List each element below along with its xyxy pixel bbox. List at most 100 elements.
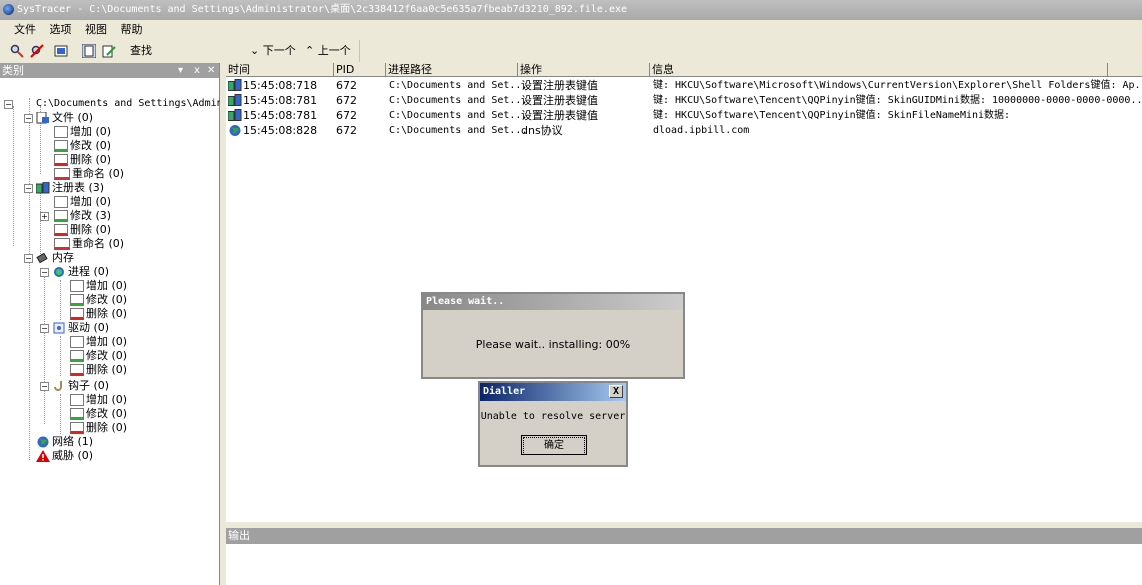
tree-hook[interactable]: 钩子 (0) xyxy=(52,379,109,393)
col-path[interactable]: 进程路径 xyxy=(386,63,518,77)
menu-file[interactable]: 文件 xyxy=(14,23,36,36)
process-collapse-toggle[interactable]: − xyxy=(40,268,49,277)
window-title: SysTracer - C:\Documents and Settings\Ad… xyxy=(17,4,628,15)
tree-reg-ren[interactable]: 重命名 (0) xyxy=(54,237,124,251)
row-path: C:\Documents and Set... xyxy=(389,80,528,91)
next-button[interactable]: ⌄ 下一个 xyxy=(250,43,296,59)
document-modify-icon xyxy=(54,140,68,152)
prev-button[interactable]: ⌃ 上一个 xyxy=(305,43,351,59)
document-rename-icon xyxy=(54,168,70,180)
tree-process[interactable]: 进程 (0) xyxy=(52,265,109,279)
tree-file-ren[interactable]: 重命名 (0) xyxy=(54,167,124,181)
tree-hook-mod[interactable]: 修改 (0) xyxy=(70,407,127,421)
row-pid: 672 xyxy=(336,124,357,137)
row-pid: 672 xyxy=(336,109,357,122)
image-icon[interactable] xyxy=(54,44,68,58)
tree-proc-mod[interactable]: 修改 (0) xyxy=(70,293,127,307)
tree-proc-add[interactable]: 增加 (0) xyxy=(70,279,127,293)
registry-collapse-toggle[interactable]: − xyxy=(24,184,33,193)
root-collapse-toggle[interactable]: − xyxy=(4,100,13,109)
globe-icon xyxy=(37,436,49,448)
menu-view[interactable]: 视图 xyxy=(85,23,107,36)
search-icon[interactable] xyxy=(10,44,24,58)
table-row[interactable]: 15:45:08:828 672 C:\Documents and Set...… xyxy=(226,123,1142,138)
tree-file-mod[interactable]: 修改 (0) xyxy=(54,139,111,153)
document-modify-icon xyxy=(70,294,84,306)
close-icon[interactable]: ✕ xyxy=(207,63,215,78)
tree-reg-add[interactable]: 增加 (0) xyxy=(54,195,111,209)
reg-mod-expand-toggle[interactable]: + xyxy=(40,212,49,221)
pane-menu-icon[interactable]: ▾ xyxy=(178,63,183,78)
col-operation[interactable]: 操作 xyxy=(518,63,650,77)
chevron-down-icon: ⌄ xyxy=(250,44,260,57)
table-row[interactable]: 15:45:08:781 672 C:\Documents and Set...… xyxy=(226,93,1142,108)
registry-icon xyxy=(228,94,242,106)
memory-collapse-toggle[interactable]: − xyxy=(24,254,33,263)
output-pane: 输出 xyxy=(226,528,1142,585)
tree-hook-del[interactable]: 删除 (0) xyxy=(70,421,127,435)
menu-help[interactable]: 帮助 xyxy=(121,23,143,36)
tree-drv-del[interactable]: 删除 (0) xyxy=(70,363,127,377)
tree-memory[interactable]: 内存 xyxy=(36,251,74,265)
tree-file-del[interactable]: 删除 (0) xyxy=(54,153,111,167)
row-info: 键: HKCU\Software\Microsoft\Windows\Curre… xyxy=(653,80,1142,91)
close-button[interactable]: X xyxy=(609,385,623,398)
row-time: 15:45:08:781 xyxy=(243,94,318,107)
ok-button[interactable]: 确定 xyxy=(521,435,587,455)
tree-drv-add[interactable]: 增加 (0) xyxy=(70,335,127,349)
search-label: 查找 xyxy=(130,44,152,57)
tree-threat[interactable]: 威胁 (0) xyxy=(36,449,93,463)
row-path: C:\Documents and Set... xyxy=(389,95,528,106)
row-info: dload.ipbill.com xyxy=(653,125,750,136)
tree-drv-mod[interactable]: 修改 (0) xyxy=(70,349,127,363)
search-input[interactable] xyxy=(158,43,244,59)
tree-reg-mod[interactable]: 修改 (3) xyxy=(54,209,111,223)
dialler-title-bar: Dialler X xyxy=(480,383,626,401)
table-row[interactable]: 15:45:08:718 672 C:\Documents and Set...… xyxy=(226,78,1142,93)
row-time: 15:45:08:828 xyxy=(243,124,318,137)
row-info: 键: HKCU\Software\Tencent\QQPinyin键值: Ski… xyxy=(653,110,1011,121)
tree-proc-del[interactable]: 删除 (0) xyxy=(70,307,127,321)
row-operation: dns协议 xyxy=(521,124,563,137)
category-title: 类别 xyxy=(2,64,24,77)
document-modify-icon xyxy=(70,408,84,420)
tree-file[interactable]: 文件 (0) xyxy=(36,111,93,125)
please-wait-title: Please wait.. xyxy=(423,294,683,310)
document-icon xyxy=(70,280,84,292)
edit-icon[interactable] xyxy=(102,44,116,58)
document-delete-icon xyxy=(70,422,84,434)
tree-root[interactable]: C:\Documents and Settings\Administ xyxy=(36,97,241,111)
document-modify-icon xyxy=(70,350,84,362)
document-delete-icon xyxy=(54,224,68,236)
document-icon xyxy=(70,336,84,348)
driver-collapse-toggle[interactable]: − xyxy=(40,324,49,333)
document-delete-icon xyxy=(54,154,68,166)
warning-icon xyxy=(36,450,50,462)
hook-collapse-toggle[interactable]: − xyxy=(40,382,49,391)
tree-driver[interactable]: 驱动 (0) xyxy=(52,321,109,335)
col-pid[interactable]: PID xyxy=(334,63,386,77)
memory-icon xyxy=(36,252,48,264)
table-row[interactable]: 15:45:08:781 672 C:\Documents and Set...… xyxy=(226,108,1142,123)
report-icon[interactable] xyxy=(82,44,96,58)
file-collapse-toggle[interactable]: − xyxy=(24,114,33,123)
app-icon xyxy=(3,3,14,15)
output-header: 输出 xyxy=(226,528,1142,544)
category-pane: 类别 ▾ ⅹ ✕ − C:\Documents and Settings\Adm… xyxy=(0,63,241,585)
please-wait-dialog: Please wait.. Please wait.. installing: … xyxy=(421,292,685,379)
tree-file-add[interactable]: 增加 (0) xyxy=(54,125,111,139)
tree-network[interactable]: 网络 (1) xyxy=(36,435,93,449)
pin-icon[interactable]: ⅹ xyxy=(194,63,200,78)
tree-hook-add[interactable]: 增加 (0) xyxy=(70,393,127,407)
tree-registry[interactable]: 注册表 (3) xyxy=(36,181,104,195)
document-delete-icon xyxy=(70,308,84,320)
document-icon xyxy=(54,126,68,138)
row-info: 键: HKCU\Software\Tencent\QQPinyin键值: Ski… xyxy=(653,95,1142,106)
col-time[interactable]: 时间 xyxy=(226,63,334,77)
tree-reg-del[interactable]: 删除 (0) xyxy=(54,223,111,237)
menu-options[interactable]: 选项 xyxy=(50,23,72,36)
title-bar: SysTracer - C:\Documents and Settings\Ad… xyxy=(0,0,1142,20)
list-header: 时间 PID 进程路径 操作 信息 xyxy=(226,63,1142,77)
col-info[interactable]: 信息 xyxy=(650,63,1108,77)
search-clear-icon[interactable] xyxy=(30,44,44,58)
